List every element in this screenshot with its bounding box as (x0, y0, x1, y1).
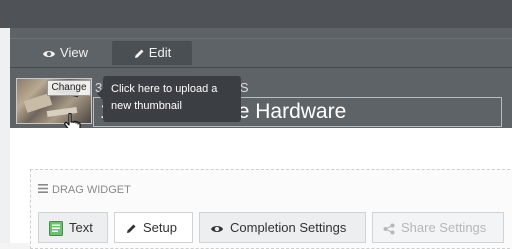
share-settings-button[interactable]: Share Settings (372, 212, 504, 243)
tab-view[interactable]: View (23, 41, 107, 65)
drag-handle-icon (38, 184, 48, 196)
left-gutter (0, 28, 10, 243)
setup-button[interactable]: Setup (114, 212, 193, 243)
text-button-label: Text (69, 220, 93, 235)
tab-edit-label: Edit (148, 45, 172, 60)
completion-settings-button[interactable]: Completion Settings (199, 212, 366, 243)
change-thumbnail-button[interactable]: Change (47, 80, 91, 96)
setup-button-label: Setup (143, 220, 177, 235)
drag-widget-handle[interactable]: DRAG WIDGET (38, 184, 131, 196)
text-button[interactable]: Text (38, 212, 108, 243)
drag-widget-label: DRAG WIDGET (52, 184, 131, 196)
completion-settings-label: Completion Settings (230, 220, 347, 235)
top-bar (0, 0, 512, 28)
tab-edit[interactable]: Edit (112, 41, 192, 65)
upload-thumbnail-tooltip: Click here to upload a new thumbnail (97, 76, 241, 122)
text-document-icon (49, 221, 63, 237)
pencil-icon (133, 48, 145, 60)
tab-view-label: View (60, 45, 88, 60)
share-settings-label: Share Settings (401, 220, 487, 235)
eye-icon (42, 49, 56, 59)
share-icon (383, 223, 395, 235)
tooltip-line-1: Click here to upload a (111, 83, 218, 95)
pencil-icon (125, 223, 137, 235)
view-edit-tabbar: View Edit (10, 39, 512, 68)
tooltip-line-2: new thumbnail (111, 100, 182, 112)
eye-icon (210, 224, 224, 234)
